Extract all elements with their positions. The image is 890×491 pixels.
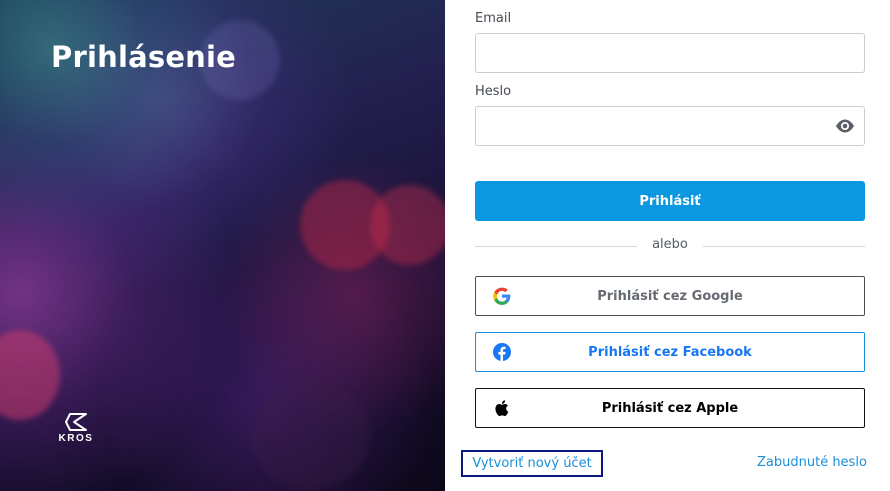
- apple-login-button[interactable]: Prihlásiť cez Apple: [475, 388, 865, 428]
- facebook-icon: [492, 342, 512, 362]
- google-icon: [492, 286, 512, 306]
- bokeh-light: [250, 380, 370, 490]
- email-field[interactable]: [475, 33, 865, 73]
- google-login-button[interactable]: Prihlásiť cez Google: [475, 276, 865, 316]
- forgot-password-link[interactable]: Zabudnuté heslo: [757, 455, 867, 470]
- password-label: Heslo: [475, 84, 512, 99]
- logo-text: KROS: [58, 433, 94, 444]
- bokeh-light: [370, 185, 445, 265]
- or-divider: alebo: [475, 237, 865, 255]
- apple-login-label: Prihlásiť cez Apple: [601, 400, 739, 416]
- facebook-login-button[interactable]: Prihlásiť cez Facebook: [475, 332, 865, 372]
- email-label: Email: [475, 11, 512, 26]
- password-field[interactable]: [475, 106, 865, 146]
- eye-icon[interactable]: [835, 118, 855, 138]
- apple-icon: [492, 398, 512, 418]
- google-login-label: Prihlásiť cez Google: [597, 288, 743, 304]
- hero-panel: Prihlásenie KROS: [0, 0, 445, 491]
- page-title: Prihlásenie: [51, 40, 237, 74]
- bokeh-light: [0, 330, 60, 420]
- kros-logo-icon: [65, 413, 87, 431]
- divider-text: alebo: [652, 237, 688, 252]
- create-account-link[interactable]: Vytvoriť nový účet: [461, 450, 603, 477]
- facebook-login-label: Prihlásiť cez Facebook: [588, 344, 752, 360]
- login-button[interactable]: Prihlásiť: [475, 181, 865, 221]
- kros-logo: KROS: [58, 412, 94, 444]
